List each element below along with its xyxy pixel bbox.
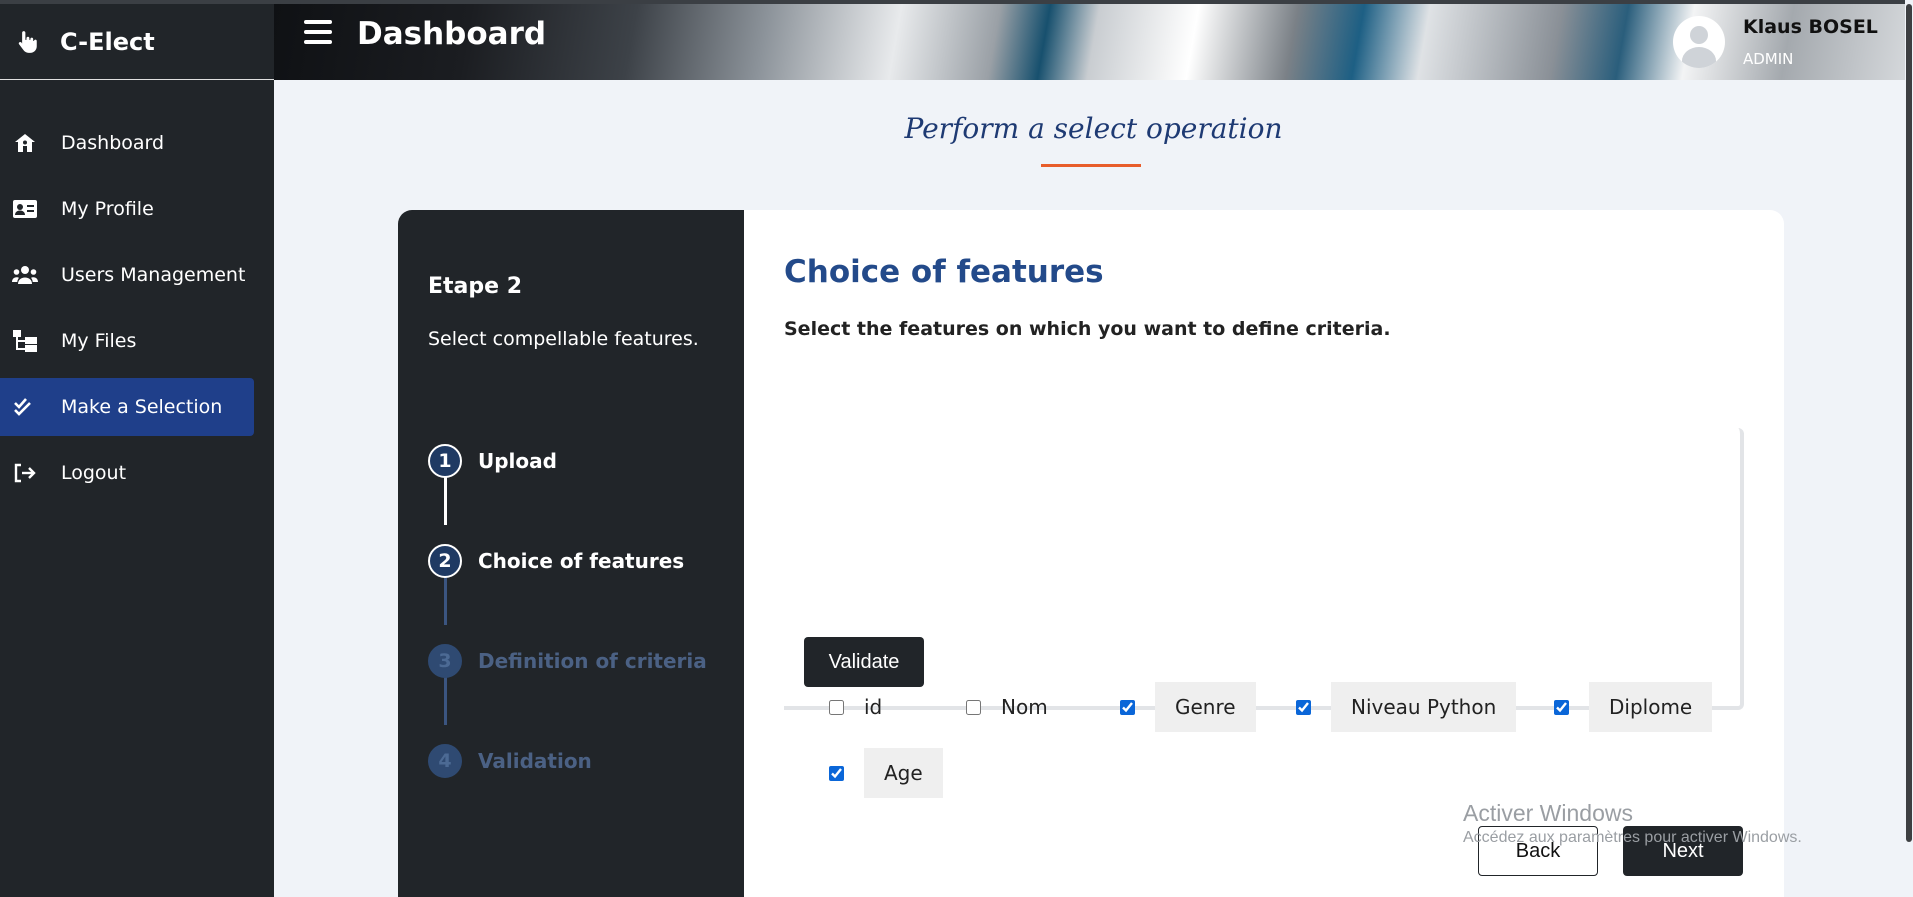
step-validation[interactable]: 4 Validation — [428, 744, 592, 778]
step-choice-of-features[interactable]: 2 Choice of features — [428, 544, 684, 578]
page-title: Perform a select operation — [904, 112, 1283, 145]
feature-checkbox[interactable] — [1554, 699, 1569, 715]
step-number: 1 — [428, 444, 462, 478]
feature-label: Diplome — [1589, 682, 1713, 732]
feature-option-id[interactable]: id — [829, 682, 902, 732]
app: C-Elect Dashboard My Profile Users Manag… — [0, 0, 1913, 897]
feature-checkbox[interactable] — [829, 765, 844, 781]
step-definition-of-criteria[interactable]: 3 Definition of criteria — [428, 644, 707, 678]
step-number: 2 — [428, 544, 462, 578]
feature-option-age[interactable]: Age — [829, 748, 943, 798]
step-label: Upload — [478, 449, 557, 473]
logout-icon — [12, 462, 38, 484]
user-menu[interactable]: Klaus BOSEL ADMIN — [1673, 4, 1913, 80]
feature-label: id — [864, 695, 883, 719]
feature-label: Niveau Python — [1331, 682, 1517, 732]
sidebar-item-label: My Profile — [61, 198, 154, 220]
hamburger-icon[interactable] — [304, 20, 332, 50]
feature-label: Genre — [1155, 682, 1256, 732]
sidebar-item-label: Users Management — [61, 264, 246, 286]
sidebar-item-make-a-selection[interactable]: Make a Selection — [0, 378, 254, 436]
step-number: 4 — [428, 744, 462, 778]
folder-tree-icon — [12, 330, 38, 352]
stepper-panel: Etape 2 Select compellable features. 1 U… — [398, 210, 744, 897]
sidebar-item-label: Dashboard — [61, 132, 165, 154]
feature-checkbox[interactable] — [1120, 699, 1135, 715]
content-subheading: Select the features on which you want to… — [784, 318, 1391, 340]
feature-option-genre[interactable]: Genre — [1120, 682, 1256, 732]
sidebar: C-Elect Dashboard My Profile Users Manag… — [0, 0, 274, 897]
next-button[interactable]: Next — [1623, 826, 1743, 876]
wizard-card: Etape 2 Select compellable features. 1 U… — [398, 210, 1784, 897]
title-underline — [1041, 164, 1141, 167]
validate-button[interactable]: Validate — [804, 637, 924, 687]
sidebar-item-label: Make a Selection — [61, 396, 223, 418]
page-scrollbar[interactable] — [1905, 0, 1913, 897]
feature-option-diplome[interactable]: Diplome — [1554, 682, 1713, 732]
features-box: id Nom Genre Niveau Python Diplome Age — [784, 428, 1744, 798]
content-heading: Choice of features — [784, 254, 1104, 290]
step-label: Validation — [478, 749, 592, 773]
sidebar-item-my-profile[interactable]: My Profile — [0, 180, 254, 238]
feature-checkbox[interactable] — [829, 699, 844, 715]
feature-checkbox[interactable] — [966, 699, 981, 715]
step-label: Definition of criteria — [478, 649, 707, 673]
home-icon — [12, 132, 38, 154]
step-label: Choice of features — [478, 549, 685, 573]
step-upload[interactable]: 1 Upload — [428, 444, 557, 478]
sidebar-item-logout[interactable]: Logout — [0, 444, 254, 502]
feature-label: Nom — [1001, 695, 1048, 719]
feature-option-niveau-python[interactable]: Niveau Python — [1296, 682, 1517, 732]
step-content: Choice of features Select the features o… — [744, 210, 1784, 897]
brand[interactable]: C-Elect — [0, 0, 274, 80]
step-number: 3 — [428, 644, 462, 678]
scrollbar-thumb[interactable] — [1906, 4, 1912, 842]
double-check-icon — [12, 396, 38, 418]
sidebar-item-my-files[interactable]: My Files — [0, 312, 254, 370]
users-icon — [12, 264, 38, 286]
pointing-hand-icon — [18, 30, 37, 53]
user-role: ADMIN — [1743, 50, 1794, 68]
user-name: Klaus BOSEL — [1743, 16, 1878, 38]
id-card-icon — [12, 198, 38, 220]
sidebar-item-dashboard[interactable]: Dashboard — [0, 114, 254, 172]
top-header: Dashboard Klaus BOSEL ADMIN — [274, 0, 1913, 80]
sidebar-item-users-management[interactable]: Users Management — [0, 246, 254, 304]
feature-label: Age — [864, 748, 943, 798]
user-avatar-icon — [1673, 16, 1725, 68]
sidebar-nav: Dashboard My Profile Users Management My… — [0, 114, 274, 502]
step-description: Select compellable features. — [428, 328, 699, 350]
header-title: Dashboard — [357, 16, 547, 52]
feature-option-nom[interactable]: Nom — [966, 682, 1068, 732]
step-title: Etape 2 — [428, 274, 523, 299]
sidebar-item-label: Logout — [61, 462, 127, 484]
brand-name: C-Elect — [60, 27, 155, 56]
back-button[interactable]: Back — [1478, 826, 1598, 876]
sidebar-item-label: My Files — [61, 330, 137, 352]
feature-checkbox[interactable] — [1296, 699, 1311, 715]
